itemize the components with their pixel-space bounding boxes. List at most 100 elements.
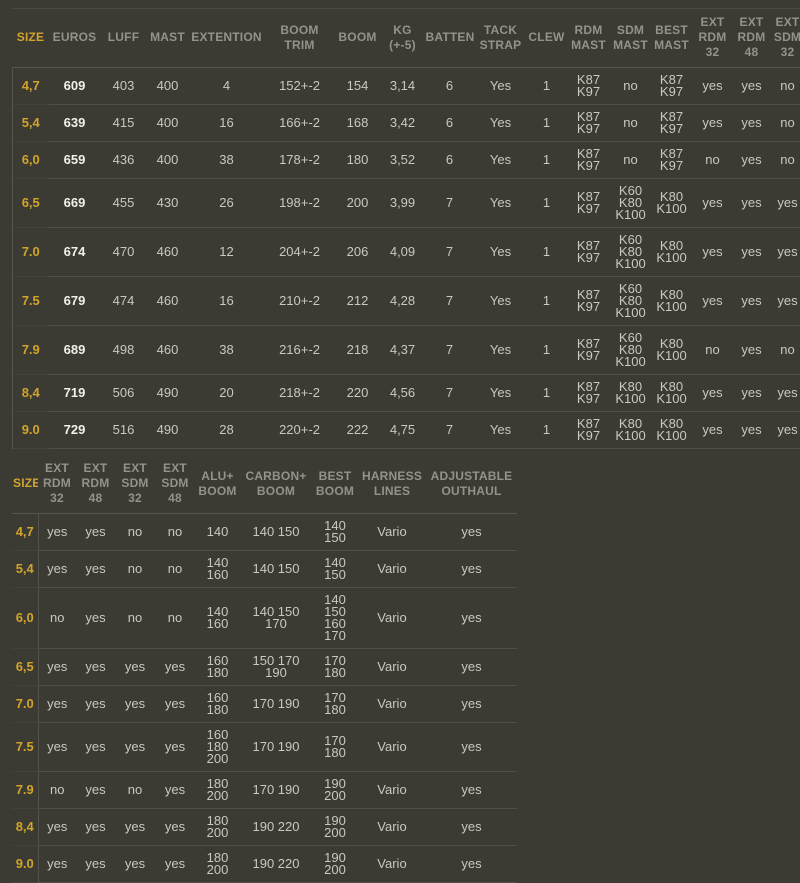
table-row: 6,5yesyesyesyes160 180150 170 190170 180… (12, 649, 517, 686)
spec-cell: K80 K100 (651, 326, 693, 375)
spec-cell: 210+-2 (265, 277, 335, 326)
spec-cell: 198+-2 (265, 179, 335, 228)
column-header: CLEW (527, 9, 567, 68)
spec-cell: yes (426, 514, 517, 551)
spec-cell: no (611, 105, 651, 142)
spec-cell: Vario (358, 846, 426, 883)
spec-cell: 190 220 (240, 846, 312, 883)
column-header: RDM MAST (567, 9, 611, 68)
spec-cell: no (611, 68, 651, 105)
spec-cell: 166+-2 (265, 105, 335, 142)
spec-cell: yes (38, 649, 76, 686)
column-header: EXT RDM 48 (76, 455, 115, 514)
spec-cell: 140 150 160 170 (312, 588, 358, 649)
column-header: LUFF (101, 9, 147, 68)
spec-cell: yes (693, 105, 733, 142)
spec-cell: yes (771, 228, 800, 277)
spec-cell: yes (693, 375, 733, 412)
spec-cell: 4,37 (381, 326, 425, 375)
spec-cell: 180 (335, 142, 381, 179)
spec-table-booms: SIZEEXT RDM 32EXT RDM 48EXT SDM 32EXT SD… (12, 455, 517, 883)
spec-cell: K60 K80 K100 (611, 179, 651, 228)
spec-cell: no (771, 326, 800, 375)
spec-cell: yes (38, 686, 76, 723)
size-cell: 8,4 (13, 375, 49, 412)
size-column-header: SIZE (12, 455, 38, 514)
spec-cell: 38 (189, 326, 265, 375)
column-header: KG (+-5) (381, 9, 425, 68)
column-header: ALU+ BOOM (195, 455, 240, 514)
spec-cell: yes (38, 551, 76, 588)
header-row: SIZEEXT RDM 32EXT RDM 48EXT SDM 32EXT SD… (12, 455, 517, 514)
spec-cell: Vario (358, 649, 426, 686)
table-row: 9.0yesyesyesyes180 200190 220190 200Vari… (12, 846, 517, 883)
spec-cell: K87 K97 (651, 142, 693, 179)
spec-cell: 729 (49, 412, 101, 449)
spec-cell: Vario (358, 514, 426, 551)
spec-cell: 403 (101, 68, 147, 105)
spec-cell: yes (693, 277, 733, 326)
spec-cell: yes (155, 809, 195, 846)
spec-cell: 400 (147, 105, 189, 142)
spec-cell: no (115, 514, 155, 551)
spec-cell: 222 (335, 412, 381, 449)
spec-cell: K80 K100 (651, 228, 693, 277)
spec-cell: K87 K97 (567, 277, 611, 326)
spec-cell: yes (426, 772, 517, 809)
spec-cell: 6 (425, 105, 475, 142)
size-cell: 7.9 (13, 326, 49, 375)
spec-cell: K60 K80 K100 (611, 228, 651, 277)
spec-cell: 190 200 (312, 809, 358, 846)
spec-cell: 170 180 (312, 686, 358, 723)
spec-cell: yes (733, 142, 771, 179)
spec-cell: yes (771, 375, 800, 412)
spec-cell: 1 (527, 412, 567, 449)
spec-cell: K80 K100 (651, 277, 693, 326)
spec-cell: 180 200 (195, 772, 240, 809)
spec-cell: 400 (147, 142, 189, 179)
spec-cell: 4,09 (381, 228, 425, 277)
spec-cell: no (771, 142, 800, 179)
spec-cell: Vario (358, 772, 426, 809)
spec-cell: yes (38, 723, 76, 772)
spec-cell: yes (426, 588, 517, 649)
spec-cell: 4,28 (381, 277, 425, 326)
spec-cell: yes (38, 846, 76, 883)
spec-cell: 609 (49, 68, 101, 105)
spec-cell: 1 (527, 228, 567, 277)
column-header: EXT SDM 48 (155, 455, 195, 514)
column-header: MAST (147, 9, 189, 68)
table-row: 7.567947446016210+-22124,287Yes1K87 K97K… (13, 277, 800, 326)
spec-cell: Yes (475, 228, 527, 277)
spec-cell: K87 K97 (567, 375, 611, 412)
spec-cell: K87 K97 (651, 105, 693, 142)
spec-cell: yes (733, 326, 771, 375)
table-row: 7.968949846038216+-22184,377Yes1K87 K97K… (13, 326, 800, 375)
column-header: EXT SDM 32 (771, 9, 800, 68)
spec-cell: Vario (358, 809, 426, 846)
spec-cell: 1 (527, 105, 567, 142)
spec-cell: yes (693, 68, 733, 105)
spec-cell: 180 200 (195, 846, 240, 883)
spec-cell: K80 K100 (611, 375, 651, 412)
spec-cell: yes (38, 809, 76, 846)
size-column-header: SIZE (13, 9, 49, 68)
spec-cell: K87 K97 (651, 68, 693, 105)
spec-cell: 170 190 (240, 686, 312, 723)
spec-cell: Yes (475, 375, 527, 412)
table-row: 7.5yesyesyesyes160 180 200170 190170 180… (12, 723, 517, 772)
table-row: 5,463941540016166+-21683,426Yes1K87 K97n… (13, 105, 800, 142)
size-cell: 6,0 (13, 142, 49, 179)
spec-cell: 436 (101, 142, 147, 179)
size-cell: 6,5 (13, 179, 49, 228)
spec-cell: yes (426, 809, 517, 846)
table-row: 5,4yesyesnono140 160140 150140 150Varioy… (12, 551, 517, 588)
spec-cell: no (38, 772, 76, 809)
spec-cell: 679 (49, 277, 101, 326)
spec-cell: 1 (527, 375, 567, 412)
spec-cell: yes (771, 412, 800, 449)
spec-cell: yes (76, 551, 115, 588)
spec-cell: 6 (425, 68, 475, 105)
spec-cell: 4,75 (381, 412, 425, 449)
spec-cell: 4,56 (381, 375, 425, 412)
